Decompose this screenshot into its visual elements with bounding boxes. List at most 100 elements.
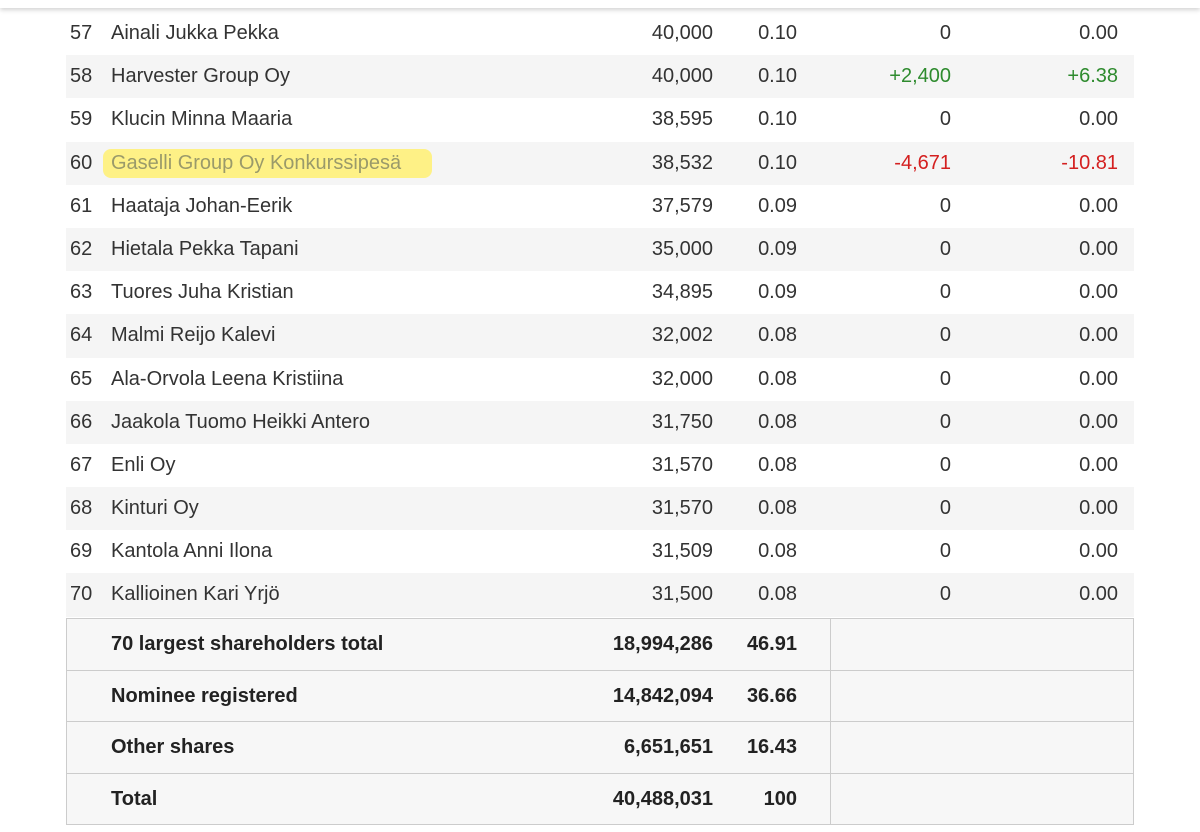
change-percent-cell: 0.00 [1079, 237, 1118, 260]
shares-cell: 31,750 [651, 410, 713, 433]
change-percent-cell: +6.38 [1067, 65, 1118, 88]
shareholders-table: 57 Ainali Jukka Pekka 40,000 0.10 0 0.00… [66, 12, 1134, 617]
rank-cell: 59 [70, 108, 93, 131]
percent-cell: 0.10 [758, 108, 797, 131]
change-percent-cell: 0.00 [1079, 410, 1118, 433]
totals-row: Other shares 6,651,651 16.43 [67, 721, 1133, 773]
rank-cell: 62 [70, 237, 93, 260]
rank-cell: 68 [70, 497, 93, 520]
percent-cell: 0.09 [758, 237, 797, 260]
column-divider [830, 722, 831, 773]
totals-shares: 6,651,651 [624, 736, 713, 758]
shares-cell: 31,570 [651, 453, 713, 476]
totals-label: 70 largest shareholders total [111, 633, 384, 655]
shares-cell: 38,532 [651, 151, 713, 174]
change-cell: 0 [939, 237, 951, 260]
totals-row: 70 largest shareholders total 18,994,286… [67, 619, 1133, 670]
change-cell: 0 [939, 367, 951, 390]
shareholder-name: Jaakola Tuomo Heikki Antero [111, 410, 371, 433]
change-cell: 0 [939, 410, 951, 433]
change-cell: 0 [939, 281, 951, 304]
table-row: 69 Kantola Anni Ilona 31,509 0.08 0 0.00 [66, 530, 1134, 573]
percent-cell: 0.10 [758, 65, 797, 88]
percent-cell: 0.09 [758, 194, 797, 217]
shares-cell: 38,595 [651, 108, 713, 131]
shares-cell: 31,500 [651, 583, 713, 606]
change-cell: 0 [939, 583, 951, 606]
change-cell: -4,671 [894, 151, 951, 174]
table-row: 62 Hietala Pekka Tapani 35,000 0.09 0 0.… [66, 227, 1134, 272]
percent-cell: 0.08 [758, 583, 797, 606]
rank-cell: 61 [70, 194, 93, 217]
column-divider [830, 619, 831, 670]
percent-cell: 0.08 [758, 367, 797, 390]
percent-cell: 0.08 [758, 540, 797, 563]
percent-cell: 0.09 [758, 281, 797, 304]
shareholder-name: Kantola Anni Ilona [111, 540, 273, 563]
change-percent-cell: 0.00 [1079, 281, 1118, 304]
shareholder-name: Haataja Johan-Eerik [111, 194, 293, 217]
shareholder-name: Ainali Jukka Pekka [111, 22, 279, 44]
percent-cell: 0.08 [758, 410, 797, 433]
shareholder-name: Kinturi Oy [111, 497, 199, 520]
totals-percent: 46.91 [746, 633, 797, 655]
table-row: 66 Jaakola Tuomo Heikki Antero 31,750 0.… [66, 400, 1134, 444]
shareholder-name: Enli Oy [111, 453, 176, 476]
shareholder-name: Tuores Juha Kristian [111, 281, 294, 304]
top-bar [0, 0, 1200, 8]
shares-cell: 32,000 [651, 367, 713, 390]
shares-cell: 40,000 [651, 22, 713, 44]
shareholder-name: Gaselli Group Oy Konkurssipesä [111, 151, 402, 174]
totals-label: Total [111, 787, 158, 810]
column-divider [830, 670, 831, 721]
shares-cell: 31,509 [651, 540, 713, 563]
table-row: 65 Ala-Orvola Leena Kristiina 32,000 0.0… [66, 358, 1134, 401]
rank-cell: 57 [70, 22, 93, 44]
table-row: 59 Klucin Minna Maaria 38,595 0.10 0 0.0… [66, 98, 1134, 141]
change-percent-cell: 0.00 [1079, 194, 1118, 217]
rank-cell: 60 [70, 151, 93, 174]
totals-table: 70 largest shareholders total 18,994,286… [66, 618, 1134, 825]
table-row: 68 Kinturi Oy 31,570 0.08 0 0.00 [66, 487, 1134, 531]
shareholder-name: Harvester Group Oy [111, 65, 290, 88]
shares-cell: 31,570 [651, 497, 713, 520]
rank-cell: 64 [70, 324, 93, 347]
change-percent-cell: 0.00 [1079, 324, 1118, 347]
shares-cell: 37,579 [651, 194, 713, 217]
change-cell: 0 [939, 194, 951, 217]
shares-cell: 40,000 [651, 65, 713, 88]
rank-cell: 66 [70, 410, 93, 433]
rank-cell: 65 [70, 367, 93, 390]
change-percent-cell: 0.00 [1079, 497, 1118, 520]
rank-cell: 67 [70, 453, 93, 476]
table-row: 57 Ainali Jukka Pekka 40,000 0.10 0 0.00 [66, 12, 1134, 55]
column-divider [830, 773, 831, 824]
change-percent-cell: 0.00 [1079, 540, 1118, 563]
totals-percent: 36.66 [746, 684, 797, 707]
percent-cell: 0.08 [758, 324, 797, 347]
table-row: 63 Tuores Juha Kristian 34,895 0.09 0 0.… [66, 271, 1134, 314]
table-row-highlighted: 60 Gaselli Group Oy Konkurssipesä 38,532… [66, 141, 1134, 185]
change-percent-cell: 0.00 [1079, 583, 1118, 606]
change-cell: +2,400 [889, 65, 951, 88]
change-cell: 0 [939, 22, 951, 44]
totals-shares: 40,488,031 [612, 787, 713, 810]
percent-cell: 0.10 [758, 151, 797, 174]
table-row: 64 Malmi Reijo Kalevi 32,002 0.08 0 0.00 [66, 314, 1134, 358]
table-row: 70 Kallioinen Kari Yrjö 31,500 0.08 0 0.… [66, 573, 1134, 617]
change-cell: 0 [939, 324, 951, 347]
table-row: 67 Enli Oy 31,570 0.08 0 0.00 [66, 444, 1134, 487]
change-cell: 0 [939, 497, 951, 520]
change-percent-cell: 0.00 [1079, 108, 1118, 131]
totals-percent: 100 [763, 787, 797, 810]
totals-shares: 18,994,286 [612, 633, 713, 655]
percent-cell: 0.10 [758, 22, 797, 44]
rank-cell: 70 [70, 583, 93, 606]
percent-cell: 0.08 [758, 453, 797, 476]
change-percent-cell: 0.00 [1079, 453, 1118, 476]
change-cell: 0 [939, 540, 951, 563]
change-percent-cell: 0.00 [1079, 367, 1118, 390]
totals-row: Nominee registered 14,842,094 36.66 [67, 669, 1133, 721]
totals-shares: 14,842,094 [612, 684, 713, 707]
shares-cell: 35,000 [651, 237, 713, 260]
